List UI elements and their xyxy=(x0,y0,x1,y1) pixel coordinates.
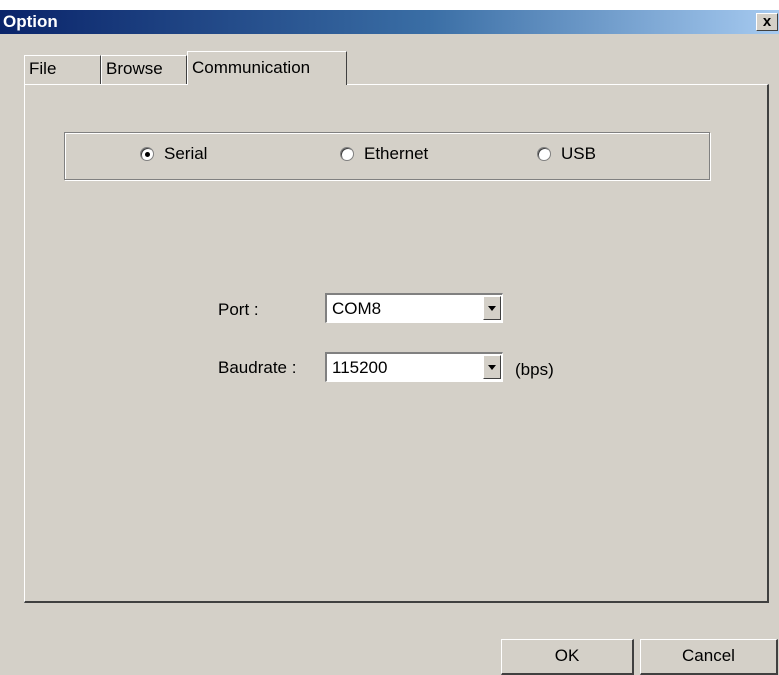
tab-file-label: File xyxy=(29,59,57,78)
close-icon: x xyxy=(762,13,772,30)
close-button[interactable]: x xyxy=(756,13,778,31)
tab-file[interactable]: File xyxy=(24,55,101,84)
cancel-button-label: Cancel xyxy=(682,646,735,665)
ok-button-label: OK xyxy=(554,646,580,665)
tab-communication[interactable]: Communication xyxy=(187,51,347,85)
tab-communication-label: Communication xyxy=(192,58,311,77)
tab-browse[interactable]: Browse xyxy=(101,55,187,84)
top-strip xyxy=(0,0,779,10)
ok-button[interactable]: OK xyxy=(501,639,634,675)
tab-panel xyxy=(24,84,769,603)
cancel-button[interactable]: Cancel xyxy=(640,639,778,675)
window-title: Option xyxy=(3,12,58,31)
title-bar: Option xyxy=(0,10,779,34)
tab-browse-label: Browse xyxy=(106,59,163,78)
